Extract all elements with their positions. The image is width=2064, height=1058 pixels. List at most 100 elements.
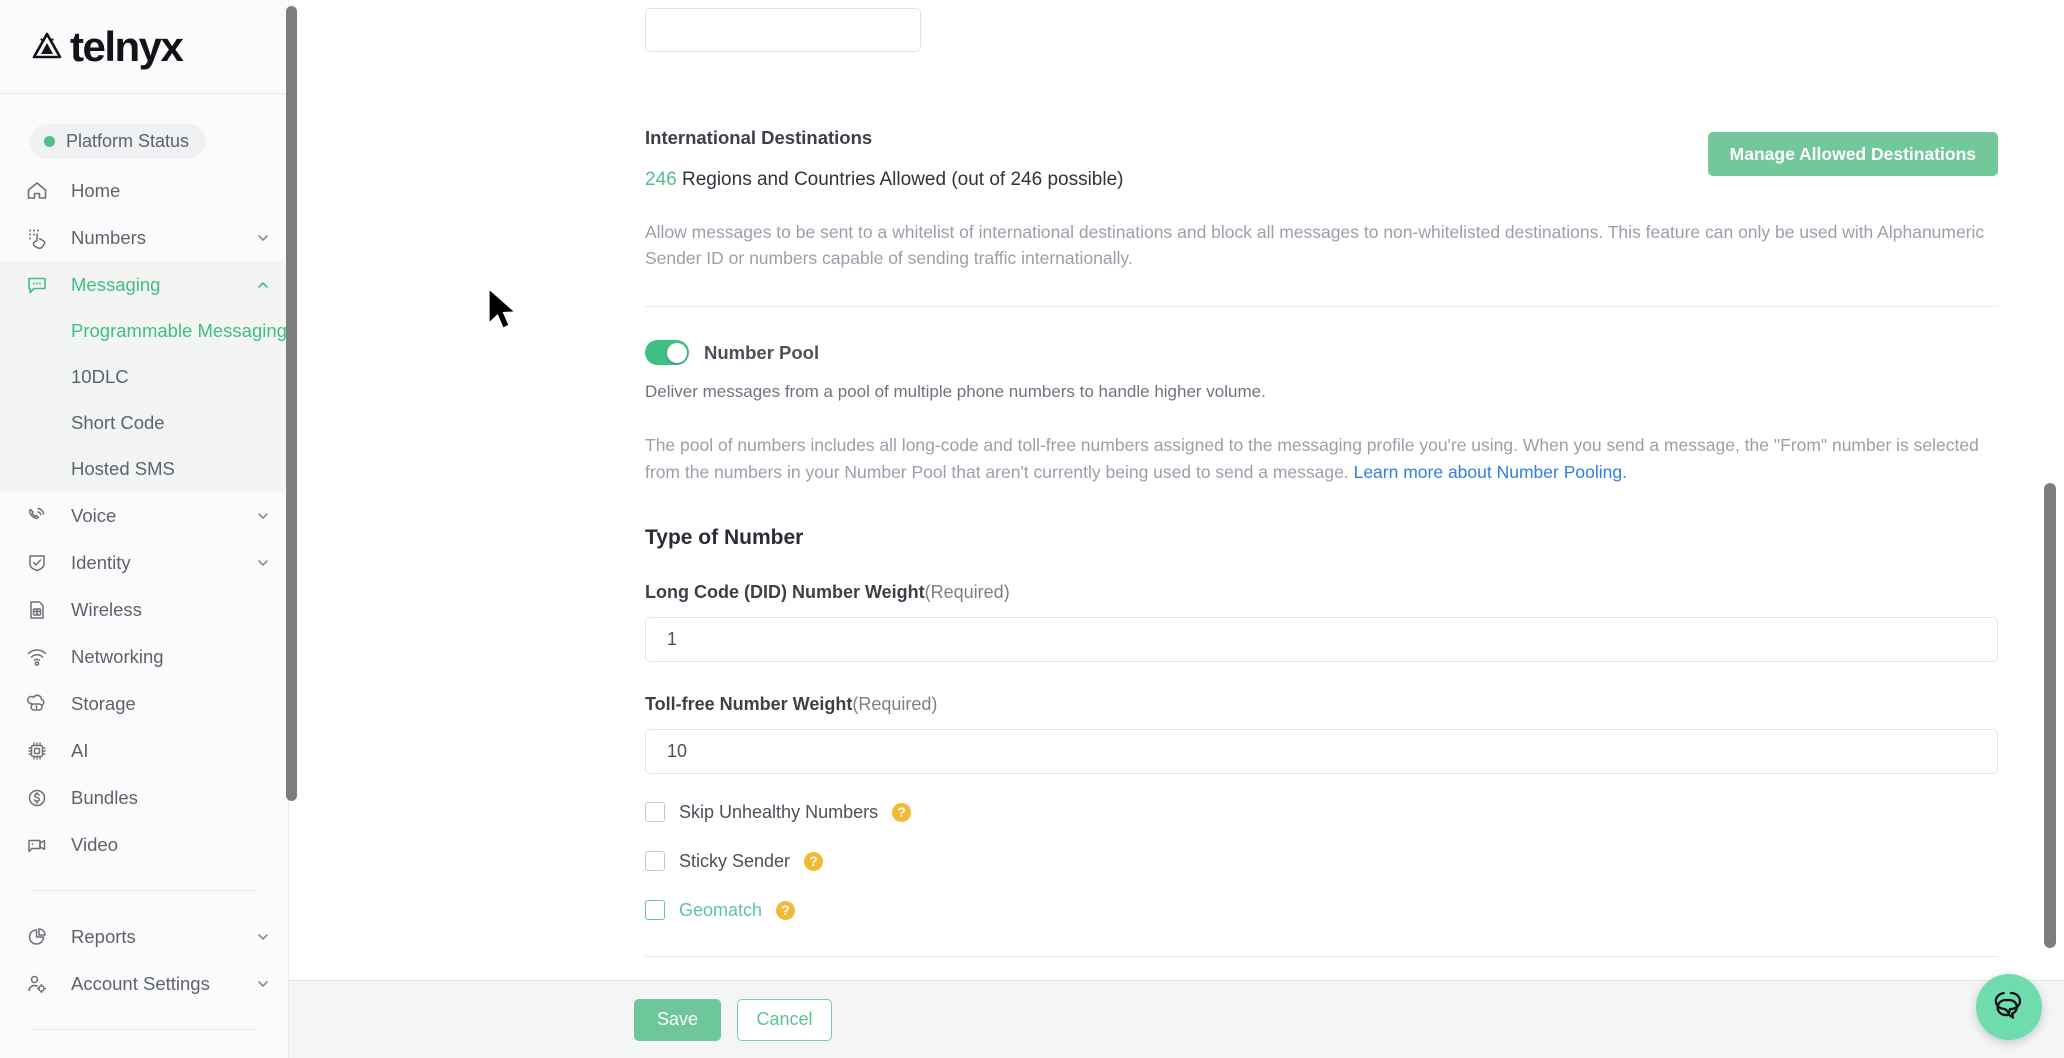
skip-unhealthy-numbers-checkbox[interactable]	[645, 802, 665, 823]
help-icon[interactable]: ?	[804, 851, 824, 871]
toll-free-weight-input[interactable]: 10	[645, 728, 1998, 774]
wireless-sim-icon	[25, 598, 59, 622]
sidebar-item-label: Voice	[71, 504, 117, 526]
sidebar-item-wireless[interactable]: Wireless	[0, 586, 288, 633]
chevron-down-icon[interactable]	[256, 930, 270, 944]
divider-after-international	[645, 306, 1998, 308]
sidebar-divider	[30, 890, 258, 891]
chevron-down-icon[interactable]	[256, 509, 270, 523]
sidebar-subitem-label: 10DLC	[71, 366, 129, 387]
account-settings-icon	[25, 972, 59, 996]
main-content: International Destinations 246 Regions a…	[289, 0, 2064, 1058]
sticky-sender-checkbox[interactable]	[645, 851, 665, 872]
sidebar-item-label: Bundles	[71, 786, 138, 808]
sidebar-subitem-10dlc[interactable]: 10DLC	[0, 354, 288, 400]
cancel-button[interactable]: Cancel	[737, 998, 832, 1041]
geomatch-row: Geomatch ?	[645, 900, 1998, 921]
destinations-count-suffix: Regions and Countries Allowed (out of 24…	[681, 169, 1124, 190]
platform-status-pill[interactable]: Platform Status	[30, 124, 207, 159]
main-scrollbar[interactable]	[2044, 483, 2056, 948]
chevron-down-icon[interactable]	[256, 977, 270, 991]
sidebar-item-voice[interactable]: Voice	[0, 492, 288, 539]
toll-free-weight-label-text: Toll-free Number Weight	[645, 693, 853, 714]
sidebar-item-numbers[interactable]: Numbers	[0, 214, 288, 261]
form-inner: International Destinations 246 Regions a…	[289, 8, 2064, 1058]
toll-free-required-text: (Required)	[852, 693, 938, 714]
sidebar-divider-bottom	[30, 1029, 258, 1030]
logo-text: telnyx	[70, 22, 184, 70]
sidebar-group-messaging: Messaging Programmable Messaging 10DLC S…	[0, 261, 288, 492]
top-text-input[interactable]	[645, 8, 921, 52]
learn-more-number-pooling-link[interactable]: Learn more about Number Pooling.	[1354, 462, 1627, 482]
toll-free-weight-label: Toll-free Number Weight(Required)	[645, 694, 1998, 715]
type-of-number-heading: Type of Number	[645, 525, 804, 549]
number-pool-label: Number Pool	[704, 341, 820, 363]
sidebar-item-label: Messaging	[71, 273, 161, 295]
app-root: telnyx Platform Status Home Numbers Mess…	[0, 0, 2064, 1058]
manage-allowed-destinations-button[interactable]: Manage Allowed Destinations	[1707, 132, 1998, 176]
sidebar-item-ai[interactable]: AI	[0, 727, 288, 774]
divider-after-type-of-number	[645, 955, 1998, 957]
geomatch-checkbox[interactable]	[645, 900, 665, 921]
sidebar-item-label: Account Settings	[71, 972, 210, 994]
sidebar-item-label: Home	[71, 179, 121, 201]
sidebar-item-label: Video	[71, 833, 118, 855]
help-icon[interactable]: ?	[892, 802, 912, 822]
help-icon[interactable]: ?	[776, 900, 796, 920]
ai-chip-icon	[25, 739, 59, 763]
sidebar-item-networking[interactable]: Networking	[0, 633, 288, 680]
long-code-weight-label: Long Code (DID) Number Weight(Required)	[645, 582, 1998, 603]
sidebar-subitem-label: Short Code	[71, 412, 165, 433]
sidebar-item-storage[interactable]: Storage	[0, 680, 288, 727]
skip-unhealthy-numbers-row: Skip Unhealthy Numbers ?	[645, 802, 1998, 823]
telnyx-mark-icon	[30, 30, 64, 64]
toggle-knob-icon	[666, 342, 687, 363]
sidebar-item-identity[interactable]: Identity	[0, 539, 288, 586]
numbers-icon	[25, 226, 59, 250]
chevron-down-icon[interactable]	[256, 556, 270, 570]
number-pool-toggle-row: Number Pool	[645, 340, 1998, 366]
sidebar-subitem-label: Programmable Messaging	[71, 320, 287, 341]
sidebar-scrollbar[interactable]	[286, 6, 297, 801]
sidebar-item-label: Numbers	[71, 226, 147, 248]
sidebar-item-reports[interactable]: Reports	[0, 913, 288, 960]
identity-shield-icon	[25, 551, 59, 575]
sidebar-item-home[interactable]: Home	[0, 167, 288, 214]
save-button[interactable]: Save	[634, 998, 721, 1041]
number-pool-toggle[interactable]	[645, 340, 689, 366]
telnyx-logo[interactable]: telnyx	[30, 22, 184, 70]
bundles-dollar-icon	[25, 786, 59, 810]
sidebar-item-label: AI	[71, 739, 89, 761]
sidebar-subitem-programmable-messaging[interactable]: Programmable Messaging	[0, 308, 288, 354]
sidebar-item-label: Networking	[71, 645, 164, 667]
number-pool-long-description: The pool of numbers includes all long-co…	[645, 432, 1998, 485]
sidebar-item-bundles[interactable]: Bundles	[0, 774, 288, 821]
chevron-up-icon[interactable]	[256, 278, 270, 292]
sidebar-item-messaging[interactable]: Messaging	[0, 261, 288, 308]
sidebar-item-video[interactable]: Video	[0, 821, 288, 868]
messaging-icon	[25, 273, 59, 297]
chevron-down-icon[interactable]	[256, 231, 270, 245]
sidebar-subitem-short-code[interactable]: Short Code	[0, 400, 288, 446]
home-icon	[25, 179, 59, 203]
sidebar-subitem-hosted-sms[interactable]: Hosted SMS	[0, 446, 288, 492]
voice-icon	[25, 504, 59, 528]
logo-wrap[interactable]: telnyx	[0, 0, 288, 94]
sidebar-item-label: Wireless	[71, 598, 142, 620]
geomatch-label: Geomatch	[679, 899, 763, 920]
long-code-weight-input[interactable]: 1	[645, 616, 1998, 662]
sidebar-item-label: Storage	[71, 692, 136, 714]
chat-support-button[interactable]	[1976, 974, 2042, 1040]
storage-cloud-icon	[25, 692, 59, 716]
sidebar-nav: Platform Status Home Numbers Messaging P…	[0, 94, 288, 1030]
sidebar-item-account-settings[interactable]: Account Settings	[0, 960, 288, 1007]
sidebar-item-label: Identity	[71, 551, 131, 573]
sidebar: telnyx Platform Status Home Numbers Mess…	[0, 0, 297, 1058]
status-dot-icon	[44, 136, 55, 147]
number-pool-long-text: The pool of numbers includes all long-co…	[645, 435, 1979, 483]
sidebar-subitem-label: Hosted SMS	[71, 458, 175, 479]
skip-unhealthy-numbers-label: Skip Unhealthy Numbers	[679, 801, 879, 822]
chat-bubbles-icon	[1990, 986, 2028, 1029]
sticky-sender-row: Sticky Sender ?	[645, 851, 1998, 872]
sidebar-item-label: Reports	[71, 925, 136, 947]
